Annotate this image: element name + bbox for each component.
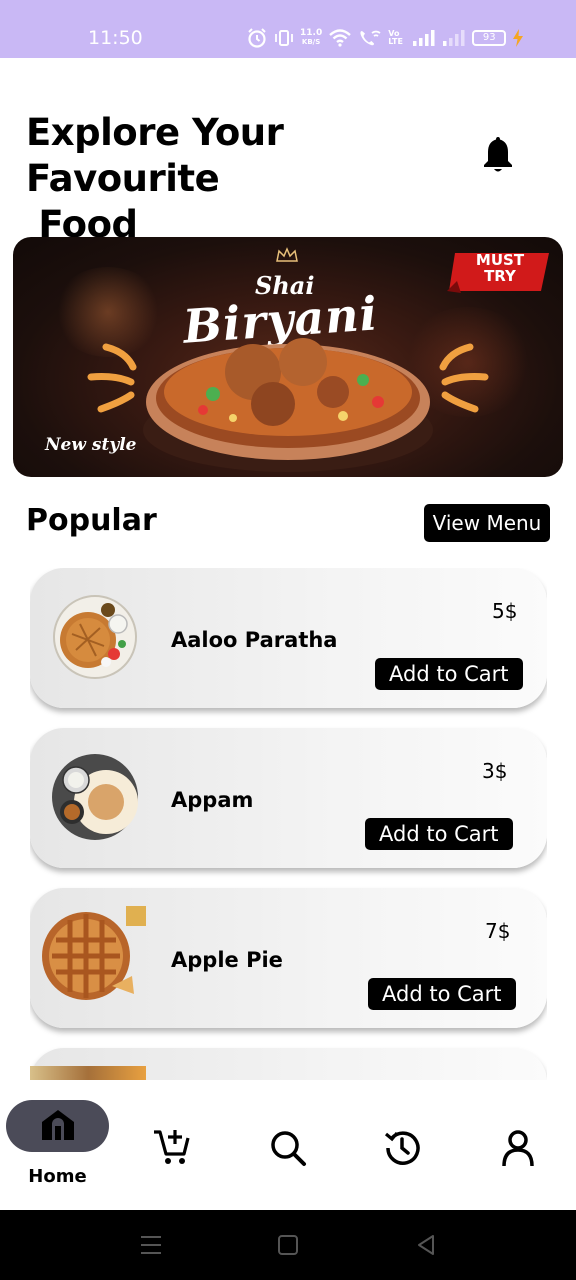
food-price: 5$ (492, 599, 518, 623)
promo-banner[interactable]: Shai Biryani MUST TRY New style (13, 237, 563, 477)
wifi-icon (329, 29, 352, 47)
cart-add-icon (154, 1130, 190, 1164)
food-price: 3$ (482, 759, 508, 783)
banner-tag: New style (45, 435, 137, 455)
crown-icon (276, 247, 298, 262)
appam-image (52, 754, 138, 840)
charging-icon (513, 29, 524, 47)
add-to-cart-button[interactable]: Add to Cart (375, 658, 523, 690)
food-name: Aaloo Paratha (171, 628, 338, 652)
bottom-navigation: Home (0, 1082, 576, 1210)
section-title: Popular (26, 503, 157, 538)
profile-icon (502, 1130, 534, 1167)
alarm-icon (248, 28, 266, 48)
sparks-right-icon (439, 343, 489, 413)
nav-home[interactable]: Home (0, 1100, 115, 1200)
status-icons: 11.0 KB/S Vo LTE 93 (246, 24, 524, 52)
view-menu-button[interactable]: View Menu (424, 504, 550, 542)
volte-label: Vo LTE (388, 29, 403, 46)
status-bar: 11:50 11.0 KB/S Vo LTE 93 (0, 0, 576, 58)
signal-2-icon (443, 30, 465, 46)
nav-profile[interactable] (498, 1100, 546, 1200)
food-card[interactable]: Appam 3$ Add to Cart (30, 728, 547, 868)
biryani-bowl-image (143, 338, 433, 472)
menu-icon[interactable] (140, 1234, 162, 1256)
bell-icon (484, 137, 512, 172)
vibrate-icon (275, 30, 293, 46)
network-speed: 11.0 KB/S (300, 29, 322, 47)
nav-search[interactable] (266, 1100, 314, 1200)
search-icon (271, 1131, 306, 1166)
nav-home-label: Home (28, 1166, 87, 1187)
food-card[interactable] (30, 1048, 547, 1080)
home-square-icon[interactable] (277, 1234, 299, 1256)
apple-pie-image (42, 906, 146, 1000)
sparks-left-icon (87, 343, 137, 413)
nav-cart[interactable] (150, 1100, 198, 1200)
add-to-cart-button[interactable]: Add to Cart (365, 818, 513, 850)
notification-button[interactable] (480, 134, 516, 174)
home-icon (42, 1110, 74, 1140)
food-list[interactable]: Aaloo Paratha 5$ Add to Cart Appam 3$ Ad… (30, 568, 547, 1080)
must-try-badge: MUST TRY (475, 251, 525, 285)
add-to-cart-button[interactable]: Add to Cart (368, 978, 516, 1010)
signal-icon (413, 30, 435, 46)
food-name: Apple Pie (171, 948, 283, 972)
page-title: Explore Your Favourite Food (26, 111, 284, 246)
aaloo-paratha-image (53, 595, 137, 679)
status-time: 11:50 (88, 27, 143, 49)
network-speed-value: 11.0 (300, 28, 323, 38)
food-price: 7$ (485, 919, 511, 943)
network-speed-unit: KB/S (301, 38, 321, 46)
wifi-calling-icon (360, 30, 381, 46)
nav-history[interactable] (382, 1100, 430, 1200)
food-image-partial (30, 1066, 146, 1080)
food-card[interactable]: Apple Pie 7$ Add to Cart (30, 888, 547, 1028)
food-name: Appam (171, 788, 254, 812)
history-icon (384, 1131, 420, 1165)
back-icon[interactable] (415, 1234, 437, 1256)
battery-indicator: 93 (472, 30, 507, 46)
system-navigation-bar (0, 1210, 576, 1280)
food-card[interactable]: Aaloo Paratha 5$ Add to Cart (30, 568, 547, 708)
